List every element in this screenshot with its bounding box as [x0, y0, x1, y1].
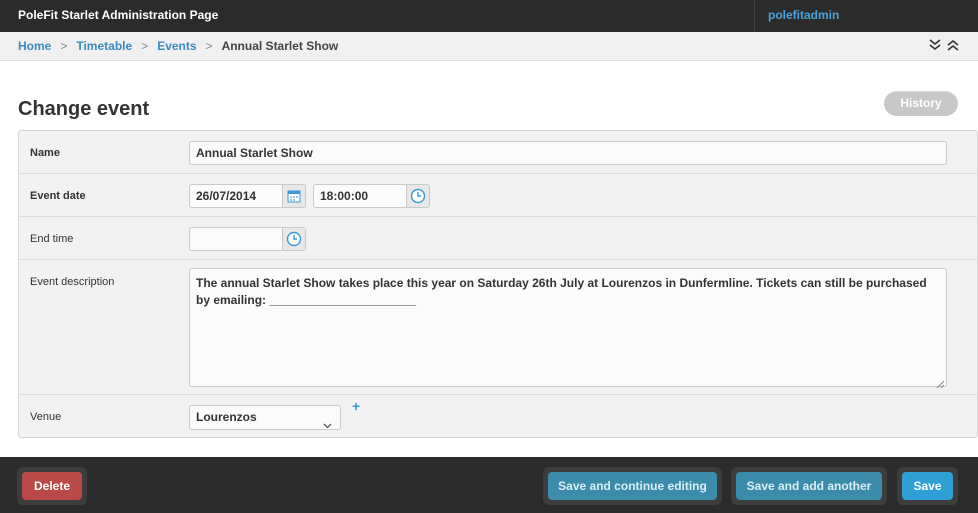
form-row-end-time: End time	[19, 217, 977, 260]
breadcrumb-current: Annual Starlet Show	[221, 39, 339, 53]
user-name-link[interactable]: polefitadmin	[768, 8, 839, 22]
form-row-description: Event description The annual Starlet Sho…	[19, 260, 977, 395]
name-label: Name	[30, 147, 60, 159]
resize-handle-icon[interactable]	[936, 376, 945, 389]
breadcrumb: Home > Timetable > Events > Annual Starl…	[18, 39, 338, 53]
breadcrumb-events[interactable]: Events	[157, 39, 196, 53]
venue-select[interactable]: Lourenzos	[189, 405, 341, 430]
save-continue-button[interactable]: Save and continue editing	[548, 472, 717, 500]
name-input[interactable]: Annual Starlet Show	[189, 141, 947, 165]
event-form: Name Annual Starlet Show Event date 26/0…	[18, 130, 978, 438]
top-header: PoleFit Starlet Administration Page pole…	[0, 0, 978, 32]
venue-label: Venue	[30, 411, 62, 423]
calendar-icon[interactable]	[282, 184, 306, 208]
clock-icon[interactable]	[282, 227, 306, 251]
breadcrumb-separator: >	[205, 39, 213, 53]
save-add-another-button[interactable]: Save and add another	[736, 472, 882, 500]
save-button[interactable]: Save	[902, 472, 953, 500]
collapse-tools	[928, 38, 960, 52]
delete-button[interactable]: Delete	[22, 472, 82, 500]
end-time-input[interactable]	[189, 227, 283, 251]
form-row-event-date: Event date 26/07/2014 18:00:00	[19, 174, 977, 217]
venue-selected: Lourenzos	[196, 410, 257, 424]
form-row-venue: Venue Lourenzos +	[19, 395, 977, 438]
end-time-label: End time	[30, 233, 74, 245]
description-label: Event description	[30, 276, 115, 288]
page-title: Change event	[18, 98, 150, 120]
add-venue-button[interactable]: +	[352, 398, 360, 414]
user-menu[interactable]: polefitadmin	[754, 0, 978, 32]
site-title[interactable]: PoleFit Starlet Administration Page	[18, 8, 218, 22]
event-date-label: Event date	[30, 190, 86, 202]
chevron-down-icon	[323, 414, 332, 429]
event-time-input[interactable]: 18:00:00	[313, 184, 407, 208]
breadcrumb-timetable[interactable]: Timetable	[76, 39, 132, 53]
submit-row: Delete Save and continue editing Save an…	[0, 457, 978, 513]
breadcrumb-bar: Home > Timetable > Events > Annual Starl…	[0, 32, 978, 61]
breadcrumb-separator: >	[60, 39, 68, 53]
event-date-input[interactable]: 26/07/2014	[189, 184, 283, 208]
form-row-name: Name Annual Starlet Show	[19, 131, 977, 174]
description-textarea[interactable]: The annual Starlet Show takes place this…	[189, 268, 947, 389]
history-button[interactable]: History	[884, 91, 958, 116]
expand-all-icon[interactable]	[928, 38, 942, 52]
breadcrumb-home[interactable]: Home	[18, 39, 51, 53]
description-text: The annual Starlet Show takes place this…	[196, 276, 927, 307]
clock-icon[interactable]	[406, 184, 430, 208]
breadcrumb-separator: >	[141, 39, 149, 53]
collapse-all-icon[interactable]	[946, 38, 960, 52]
